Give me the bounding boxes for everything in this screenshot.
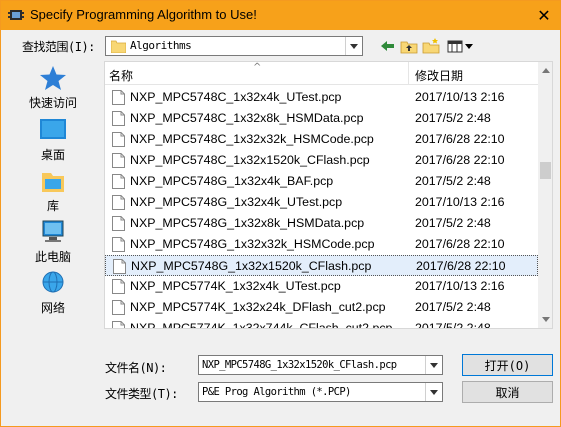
file-name: NXP_MPC5748C_1x32x8k_HSMData.pcp	[130, 111, 364, 125]
file-icon	[112, 279, 125, 294]
file-icon	[112, 321, 125, 328]
file-date: 2017/6/28 22:10	[415, 237, 505, 251]
file-icon	[112, 195, 125, 210]
file-name: NXP_MPC5748G_1x32x8k_HSMData.pcp	[130, 216, 365, 230]
file-row[interactable]: NXP_MPC5748C_1x32x8k_HSMData.pcp 2017/5/2…	[105, 108, 538, 129]
filetype-dropdown[interactable]: P&E Prog Algorithm (*.PCP)	[198, 382, 443, 402]
places-bar: 快速访问 桌面 库 此电脑 网络	[7, 61, 99, 331]
file-name: NXP_MPC5748C_1x32x1520k_CFlash.pcp	[130, 153, 370, 167]
file-name: NXP_MPC5748C_1x32x32k_HSMCode.pcp	[130, 132, 374, 146]
file-date: 2017/10/13 2:16	[415, 195, 505, 209]
file-icon	[112, 90, 125, 105]
file-icon	[112, 300, 125, 315]
file-row[interactable]: NXP_MPC5774K_1x32x744k_CFlash_cut2.pcp 20…	[105, 318, 538, 329]
library-icon	[42, 173, 64, 192]
file-name: NXP_MPC5774K_1x32x4k_UTest.pcp	[130, 279, 341, 293]
place-label: 快速访问	[28, 96, 77, 110]
file-row[interactable]: NXP_MPC5748G_1x32x4k_BAF.pcp 2017/5/2 2:4…	[105, 171, 538, 192]
up-folder-icon[interactable]	[400, 37, 418, 55]
window-title: Specify Programming Algorithm to Use!	[30, 7, 257, 22]
file-date: 2017/6/28 22:10	[415, 153, 505, 167]
place-label: 网络	[40, 301, 65, 315]
filename-input[interactable]: NXP_MPC5748G_1x32x1520k_CFlash.pcp	[198, 355, 443, 375]
file-row[interactable]: NXP_MPC5748G_1x32x1520k_CFlash.pcp 2017/6…	[105, 255, 538, 276]
place-network[interactable]: 网络	[7, 266, 99, 316]
file-name: NXP_MPC5748G_1x32x32k_HSMCode.pcp	[130, 237, 375, 251]
lookin-label: 查找范围(I):	[22, 40, 95, 54]
chevron-down-icon[interactable]	[425, 383, 442, 401]
close-icon: ✕	[537, 6, 551, 25]
file-date: 2017/6/28 22:10	[416, 259, 506, 273]
file-icon	[112, 216, 125, 231]
filetype-label: 文件类型(T):	[105, 387, 178, 401]
star-icon	[40, 66, 66, 90]
folder-icon	[111, 40, 126, 53]
column-date-header[interactable]: 修改日期	[415, 67, 463, 84]
close-button[interactable]: ✕	[528, 1, 560, 30]
file-date: 2017/5/2 2:48	[415, 216, 491, 230]
file-row[interactable]: NXP_MPC5748C_1x32x32k_HSMCode.pcp 2017/6/…	[105, 129, 538, 150]
file-row[interactable]: NXP_MPC5748C_1x32x1520k_CFlash.pcp 2017/6…	[105, 150, 538, 171]
computer-icon	[42, 220, 64, 242]
lookin-value: Algorithms	[130, 39, 192, 52]
new-folder-icon[interactable]	[422, 37, 440, 55]
file-row[interactable]: NXP_MPC5748G_1x32x8k_HSMData.pcp 2017/5/2…	[105, 213, 538, 234]
file-icon	[112, 132, 125, 147]
place-computer[interactable]: 此电脑	[7, 215, 99, 265]
file-row[interactable]: NXP_MPC5748G_1x32x4k_UTest.pcp 2017/10/13…	[105, 192, 538, 213]
place-quick-access[interactable]: 快速访问	[7, 61, 99, 111]
vertical-scrollbar[interactable]	[538, 62, 552, 328]
sort-up-icon: ^	[253, 62, 262, 73]
file-date: 2017/5/2 2:48	[415, 111, 491, 125]
filename-label: 文件名(N):	[105, 361, 167, 375]
column-name-header[interactable]: 名称	[109, 67, 133, 84]
file-list[interactable]: ^ 名称 修改日期 NXP_MPC5748C_1x32x4k_UTest.pcp…	[104, 61, 553, 329]
dialog-window: Specify Programming Algorithm to Use! ✕ …	[0, 0, 561, 427]
column-divider[interactable]	[408, 62, 409, 85]
place-desktop[interactable]: 桌面	[7, 113, 99, 163]
place-label: 库	[46, 199, 59, 213]
file-icon	[112, 237, 125, 252]
file-date: 2017/10/13 2:16	[415, 279, 505, 293]
lookin-dropdown[interactable]: Algorithms	[105, 36, 363, 56]
file-date: 2017/5/2 2:48	[415, 300, 491, 314]
place-label: 此电脑	[34, 250, 71, 264]
file-row[interactable]: NXP_MPC5774K_1x32x24k_DFlash_cut2.pcp 201…	[105, 297, 538, 318]
place-label: 桌面	[40, 148, 65, 162]
column-header: ^ 名称 修改日期	[105, 62, 538, 85]
filename-value: NXP_MPC5748G_1x32x1520k_CFlash.pcp	[202, 359, 397, 371]
file-icon	[113, 259, 126, 274]
file-name: NXP_MPC5748G_1x32x1520k_CFlash.pcp	[131, 259, 372, 273]
file-icon	[112, 174, 125, 189]
scroll-thumb[interactable]	[540, 162, 551, 179]
chevron-down-icon[interactable]	[345, 37, 362, 55]
app-icon	[8, 10, 24, 20]
network-icon	[42, 271, 64, 293]
filetype-value: P&E Prog Algorithm (*.PCP)	[202, 386, 351, 398]
file-row[interactable]: NXP_MPC5774K_1x32x4k_UTest.pcp 2017/10/13…	[105, 276, 538, 297]
file-name: NXP_MPC5774K_1x32x744k_CFlash_cut2.pcp	[130, 321, 393, 329]
file-name: NXP_MPC5748C_1x32x4k_UTest.pcp	[130, 90, 342, 104]
title-bar[interactable]: Specify Programming Algorithm to Use! ✕	[1, 1, 560, 30]
open-button[interactable]: 打开(O)	[462, 354, 553, 376]
scroll-down-icon[interactable]	[538, 311, 552, 328]
file-date: 2017/5/2 2:48	[415, 174, 491, 188]
file-row[interactable]: NXP_MPC5748G_1x32x32k_HSMCode.pcp 2017/6/…	[105, 234, 538, 255]
file-row[interactable]: NXP_MPC5748C_1x32x4k_UTest.pcp 2017/10/13…	[105, 87, 538, 108]
view-menu-icon[interactable]	[447, 37, 475, 55]
desktop-icon	[40, 119, 66, 139]
file-name: NXP_MPC5774K_1x32x24k_DFlash_cut2.pcp	[130, 300, 386, 314]
chevron-down-icon[interactable]	[425, 356, 442, 374]
cancel-button[interactable]: 取消	[462, 381, 553, 403]
back-arrow-icon[interactable]	[379, 37, 397, 55]
file-name: NXP_MPC5748G_1x32x4k_UTest.pcp	[130, 195, 343, 209]
file-icon	[112, 153, 125, 168]
file-date: 2017/10/13 2:16	[415, 90, 505, 104]
file-date: 2017/5/2 2:48	[415, 321, 491, 329]
file-date: 2017/6/28 22:10	[415, 132, 505, 146]
scroll-up-icon[interactable]	[538, 62, 552, 79]
place-library[interactable]: 库	[7, 164, 99, 214]
file-name: NXP_MPC5748G_1x32x4k_BAF.pcp	[130, 174, 334, 188]
file-icon	[112, 111, 125, 126]
